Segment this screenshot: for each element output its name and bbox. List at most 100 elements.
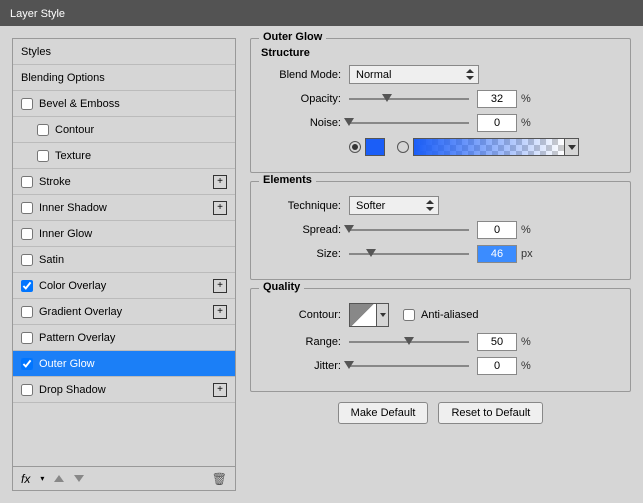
gradient-preview[interactable]: [414, 139, 564, 155]
sidebar-item-label: Blending Options: [21, 72, 105, 84]
sidebar-item-contour[interactable]: Contour: [13, 117, 235, 143]
slider-thumb[interactable]: [344, 225, 354, 233]
trash-icon[interactable]: 🗑: [212, 472, 227, 486]
sidebar-item-satin[interactable]: Satin: [13, 247, 235, 273]
jitter-slider[interactable]: [349, 360, 469, 372]
sidebar-item-label: Contour: [55, 124, 94, 136]
default-buttons: Make Default Reset to Default: [250, 402, 631, 424]
opacity-input[interactable]: [477, 90, 517, 108]
sidebar-item-texture[interactable]: Texture: [13, 143, 235, 169]
window-title: Layer Style: [10, 8, 65, 20]
outer-glow-fieldset: Outer Glow Structure Blend Mode: Normal …: [250, 38, 631, 173]
checkbox-satin[interactable]: [21, 254, 33, 266]
styles-list: Styles Blending Options Bevel & Emboss C…: [13, 39, 235, 466]
move-down-icon[interactable]: [74, 475, 84, 482]
elements-heading: Elements: [259, 174, 316, 186]
sidebar-item-drop-shadow[interactable]: Drop Shadow +: [13, 377, 235, 403]
antialias-label: Anti-aliased: [421, 309, 478, 321]
unit-label: %: [521, 117, 531, 129]
sidebar-item-stroke[interactable]: Stroke +: [13, 169, 235, 195]
checkbox-drop-shadow[interactable]: [21, 384, 33, 396]
blend-mode-label: Blend Mode:: [261, 69, 349, 81]
sidebar-item-color-overlay[interactable]: Color Overlay +: [13, 273, 235, 299]
fx-menu-icon[interactable]: fx: [21, 472, 30, 486]
checkbox-inner-shadow[interactable]: [21, 202, 33, 214]
color-radio[interactable]: [349, 141, 361, 153]
move-up-icon[interactable]: [54, 475, 64, 482]
jitter-input[interactable]: [477, 357, 517, 375]
gradient-radio[interactable]: [397, 141, 409, 153]
technique-select[interactable]: Softer: [349, 196, 439, 215]
add-icon[interactable]: +: [213, 175, 227, 189]
slider-thumb[interactable]: [344, 361, 354, 369]
sidebar-item-label: Outer Glow: [39, 358, 95, 370]
sidebar-item-label: Inner Shadow: [39, 202, 107, 214]
add-icon[interactable]: +: [213, 305, 227, 319]
unit-label: %: [521, 224, 531, 236]
checkbox-texture[interactable]: [37, 150, 49, 162]
sidebar-item-inner-glow[interactable]: Inner Glow: [13, 221, 235, 247]
elements-fieldset: Elements Technique: Softer Spread: % Siz…: [250, 181, 631, 280]
sidebar-item-pattern-overlay[interactable]: Pattern Overlay: [13, 325, 235, 351]
noise-input[interactable]: [477, 114, 517, 132]
antialias-checkbox[interactable]: [403, 309, 415, 321]
range-slider[interactable]: [349, 336, 469, 348]
sidebar-item-outer-glow[interactable]: Outer Glow: [13, 351, 235, 377]
styles-sidebar: Styles Blending Options Bevel & Emboss C…: [12, 38, 236, 491]
add-icon[interactable]: +: [213, 201, 227, 215]
spread-label: Spread:: [261, 224, 349, 236]
slider-thumb[interactable]: [366, 249, 376, 257]
outer-glow-panel: Outer Glow Structure Blend Mode: Normal …: [250, 38, 631, 491]
checkbox-color-overlay[interactable]: [21, 280, 33, 292]
sidebar-item-blending-options[interactable]: Blending Options: [13, 65, 235, 91]
checkbox-bevel-emboss[interactable]: [21, 98, 33, 110]
opacity-label: Opacity:: [261, 93, 349, 105]
range-input[interactable]: [477, 333, 517, 351]
sidebar-item-label: Drop Shadow: [39, 384, 106, 396]
checkbox-pattern-overlay[interactable]: [21, 332, 33, 344]
row-range: Range: %: [261, 333, 620, 351]
row-noise: Noise: %: [261, 114, 620, 132]
opacity-slider[interactable]: [349, 93, 469, 105]
slider-thumb[interactable]: [344, 118, 354, 126]
row-size: Size: px: [261, 245, 620, 263]
layer-style-window: Layer Style Styles Blending Options Beve…: [0, 0, 643, 503]
contour-preview[interactable]: [349, 303, 377, 327]
sidebar-header[interactable]: Styles: [13, 39, 235, 65]
size-label: Size:: [261, 248, 349, 260]
unit-label: %: [521, 360, 531, 372]
contour-picker[interactable]: [349, 303, 389, 327]
add-icon[interactable]: +: [213, 383, 227, 397]
sidebar-item-label: Texture: [55, 150, 91, 162]
row-color-gradient: [261, 138, 620, 156]
checkbox-inner-glow[interactable]: [21, 228, 33, 240]
spread-input[interactable]: [477, 221, 517, 239]
make-default-button[interactable]: Make Default: [338, 402, 429, 424]
sidebar-item-inner-shadow[interactable]: Inner Shadow +: [13, 195, 235, 221]
add-icon[interactable]: +: [213, 279, 227, 293]
blend-mode-select[interactable]: Normal: [349, 65, 479, 84]
spread-slider[interactable]: [349, 224, 469, 236]
fx-dropdown-icon[interactable]: ▾: [40, 474, 44, 483]
sidebar-item-bevel-emboss[interactable]: Bevel & Emboss: [13, 91, 235, 117]
gradient-picker[interactable]: [413, 138, 579, 156]
sidebar-item-gradient-overlay[interactable]: Gradient Overlay +: [13, 299, 235, 325]
slider-thumb[interactable]: [382, 94, 392, 102]
color-swatch[interactable]: [365, 138, 385, 156]
panel-title: Outer Glow: [259, 31, 326, 43]
sidebar-item-label: Inner Glow: [39, 228, 92, 240]
checkbox-gradient-overlay[interactable]: [21, 306, 33, 318]
size-input[interactable]: [477, 245, 517, 263]
contour-dropdown-icon[interactable]: [377, 303, 389, 327]
gradient-dropdown-icon[interactable]: [564, 139, 578, 155]
checkbox-contour[interactable]: [37, 124, 49, 136]
size-slider[interactable]: [349, 248, 469, 260]
noise-slider[interactable]: [349, 117, 469, 129]
row-technique: Technique: Softer: [261, 196, 620, 215]
checkbox-stroke[interactable]: [21, 176, 33, 188]
window-titlebar[interactable]: Layer Style: [0, 0, 643, 26]
jitter-label: Jitter:: [261, 360, 349, 372]
checkbox-outer-glow[interactable]: [21, 358, 33, 370]
slider-thumb[interactable]: [404, 337, 414, 345]
reset-default-button[interactable]: Reset to Default: [438, 402, 543, 424]
